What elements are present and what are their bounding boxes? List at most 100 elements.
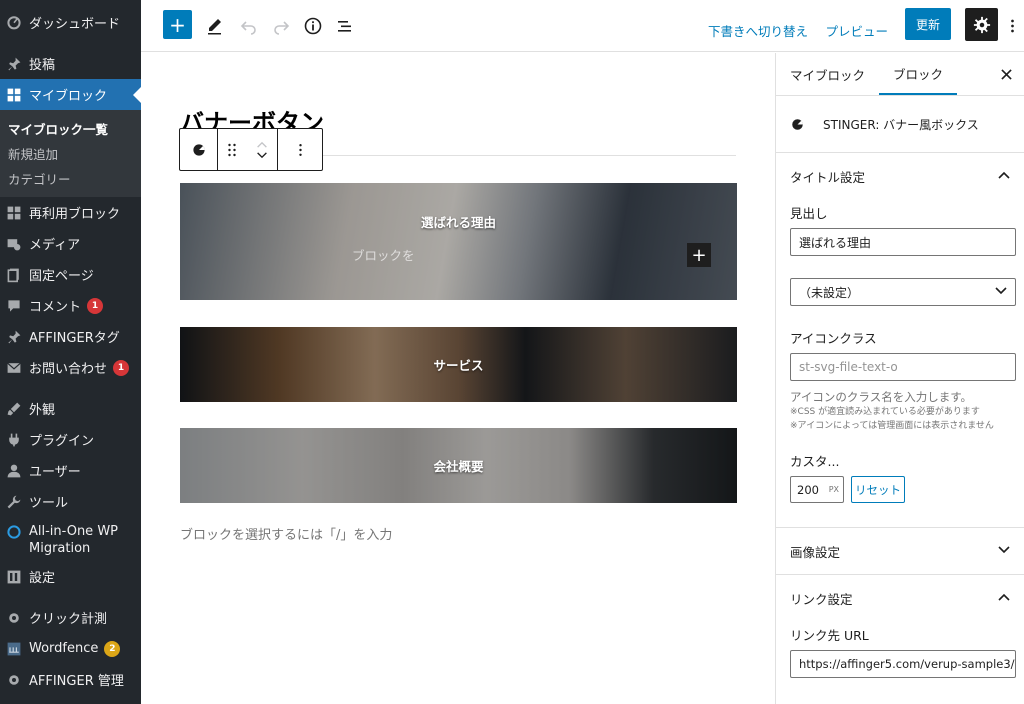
info-icon [304,17,322,35]
menu-appearance[interactable]: 外観 [0,393,141,424]
mail-icon [5,359,23,377]
menu-settings[interactable]: 設定 [0,561,141,592]
close-icon [1001,69,1012,80]
banner-box-reasons[interactable]: 選ばれる理由 ブロックを + [180,183,737,300]
stinger-block-icon [792,118,803,130]
menu-plugins[interactable]: プラグイン [0,424,141,455]
wordfence-icon [5,640,23,658]
undo-button[interactable] [239,12,259,40]
block-toolbar [179,128,323,171]
menu-affinger-admin[interactable]: AFFINGER 管理 [0,664,141,695]
menu-label: 設定 [29,571,56,586]
menu-label-line2: Migration [29,541,91,556]
menu-label: プラグイン [29,434,95,449]
settings-icon [5,568,23,586]
block-card: STINGER: バナー風ボックス [776,96,1024,153]
menu-affinger-tag[interactable]: AFFINGERタグ [0,321,141,352]
image-settings-toggle[interactable]: 画像設定 [776,528,1024,574]
admin-sidebar: ダッシュボード 投稿 マイブロック マイブロック一覧 新規追加 カテゴリー 再利… [0,0,141,704]
redo-icon [274,21,290,35]
update-button[interactable]: 更新 [905,8,951,40]
chevron-down-icon [998,544,1010,559]
menu-myblock[interactable]: マイブロック [0,79,141,110]
menu-label: お問い合わせ [29,362,108,377]
icon-class-input[interactable]: st-svg-file-text-o [790,353,1016,381]
size-control: 200 PX リセット [790,476,1024,503]
link-url-input[interactable]: https://affinger5.com/verup-sample3/pc [790,650,1016,678]
custom-size-label: カスタ... [790,454,840,469]
list-view-icon [338,21,351,32]
menu-dashboard[interactable]: ダッシュボード [0,0,141,44]
wordfence-count-badge: 2 [104,640,121,657]
user-icon [5,462,23,480]
link-settings-toggle[interactable]: リンク設定 [776,575,1024,621]
menu-media[interactable]: メディア [0,228,141,259]
tab-document[interactable]: マイブロック [776,53,879,95]
block-type-button[interactable] [180,129,218,170]
menu-posts[interactable]: 投稿 [0,48,141,79]
default-block-appender[interactable]: ブロックを選択するには「/」を入力 [180,524,392,543]
submenu-category[interactable]: カテゴリー [0,166,141,191]
move-down-icon[interactable] [256,151,268,159]
menu-label: AFFINGERタグ [29,331,120,346]
editor-canvas: バナーボタン 選ばれる理由 ブロックを + サービス 会社概要 ブロックを選択す… [141,53,775,704]
menu-label: All-in-One WP [29,524,119,539]
menu-label: コメント [29,300,82,315]
redo-button[interactable] [271,12,291,40]
banner-title: 選ばれる理由 [420,215,496,230]
block-name: STINGER: バナー風ボックス [823,117,979,132]
menu-tools[interactable]: ツール [0,486,141,517]
title-settings-panel: タイトル設定 見出し 選ばれる理由 （未設定） アイコンクラス st-svg-f… [776,153,1024,528]
more-options-button[interactable] [1004,12,1020,40]
list-view-button[interactable] [335,12,355,40]
drag-handle-icon[interactable] [227,142,237,158]
pin-icon [5,55,23,73]
preview-button[interactable]: プレビュー [825,16,888,44]
switch-to-draft-link[interactable]: 下書きへ切り替え [708,16,808,44]
menu-all-in-one-migration[interactable]: All-in-One WP Migration [0,517,141,561]
size-input[interactable]: 200 PX [790,476,844,503]
add-inner-block-button[interactable]: + [687,243,711,267]
plus-icon: + [169,12,186,37]
menu-wordfence[interactable]: Wordfence 2 [0,633,141,664]
menu-click-count[interactable]: クリック計測 [0,602,141,633]
chevron-up-icon [998,591,1010,606]
heading-level-select[interactable]: （未設定） [790,278,1016,306]
chevron-up-icon [998,169,1010,184]
icon-class-label: アイコンクラス [790,331,877,346]
block-inserter-button[interactable]: + [163,10,192,39]
close-sidebar-button[interactable] [1001,65,1012,84]
tab-block[interactable]: ブロック [879,53,958,95]
submenu-add-new[interactable]: 新規追加 [0,141,141,166]
editor-toolbar: + 下書きへ切り替え プレビュー 更新 [141,0,1024,52]
menu-label: ユーザー [29,465,81,480]
pencil-icon [208,19,221,35]
details-button[interactable] [303,12,323,40]
select-value: （未設定） [799,285,860,300]
menu-comments[interactable]: コメント 1 [0,290,141,321]
menu-label: 外観 [29,403,56,418]
submenu-myblock-list[interactable]: マイブロック一覧 [0,116,141,141]
vertical-ellipsis-icon [1010,19,1014,33]
move-up-icon[interactable] [256,141,268,148]
banner-box-company[interactable]: 会社概要 [180,428,737,503]
menu-label: 固定ページ [29,269,94,284]
title-settings-toggle[interactable]: タイトル設定 [776,153,1024,199]
banner-box-services[interactable]: サービス [180,327,737,402]
link-settings-panel: リンク設定 リンク先 URL https://affinger5.com/ver… [776,575,1024,678]
menu-pages[interactable]: 固定ページ [0,259,141,290]
menu-contact[interactable]: お問い合わせ 1 [0,352,141,383]
inner-block-placeholder[interactable]: ブロックを [352,245,415,264]
menu-reusable-blocks[interactable]: 再利用ブロック [0,197,141,228]
heading-input[interactable]: 選ばれる理由 [790,228,1016,256]
block-options-button[interactable] [278,129,322,170]
sidebar-tabs: マイブロック ブロック [776,53,1024,96]
settings-toggle-button[interactable] [965,8,998,41]
comment-icon [5,297,23,315]
gear-icon [5,671,23,689]
reset-button[interactable]: リセット [851,476,905,503]
vertical-ellipsis-icon [298,143,302,156]
menu-users[interactable]: ユーザー [0,455,141,486]
banner-title: サービス [433,358,484,373]
edit-tool-button[interactable] [205,12,225,40]
